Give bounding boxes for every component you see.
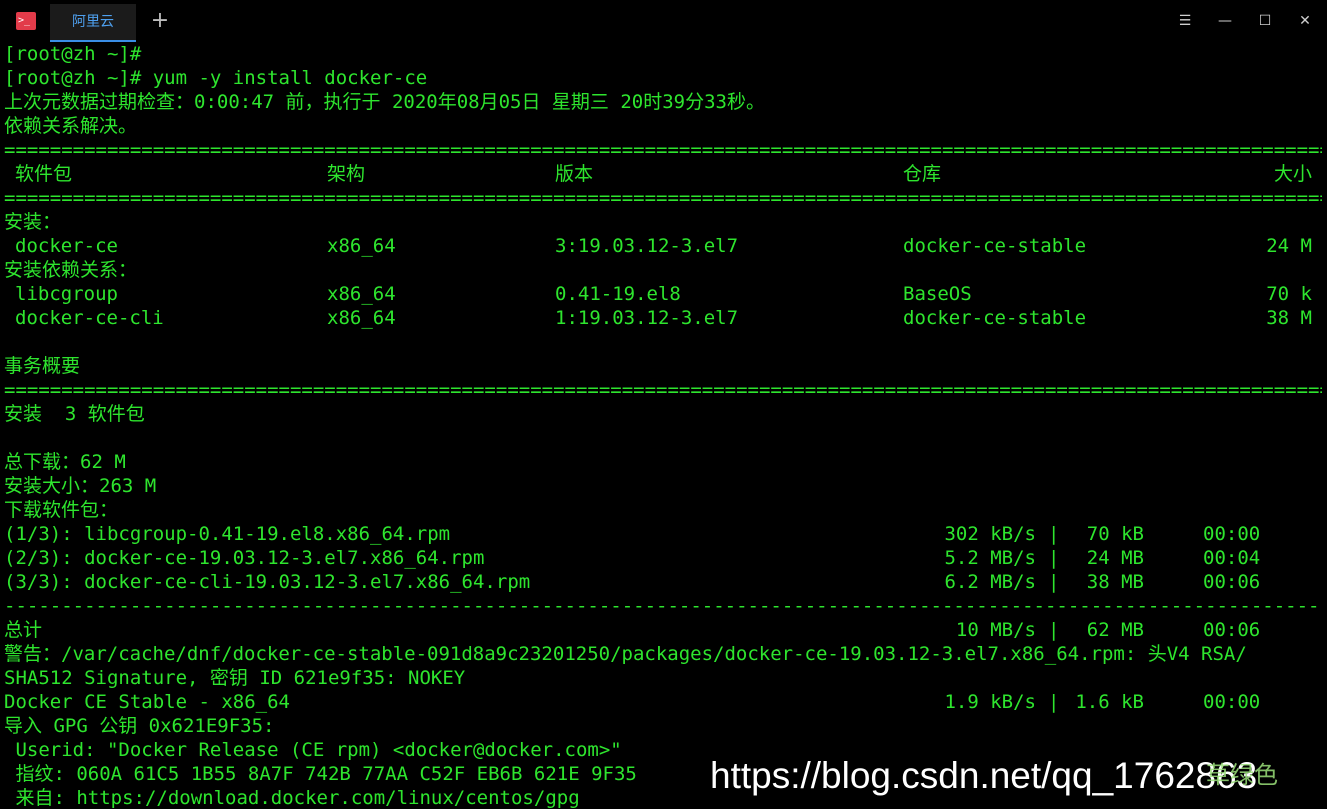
command-line: [root@zh ~]# yum -y install docker-ce xyxy=(4,67,428,89)
resolving-deps-line: 依赖关系解决。 xyxy=(4,115,138,137)
metadata-check-line: 上次元数据过期检查：0:00:47 前，执行于 2020年08月05日 星期三 … xyxy=(4,91,765,113)
repo-time: 00:00 xyxy=(1203,691,1261,713)
download-speed: 5.2 MB/s xyxy=(944,547,1036,569)
repo-size: 1.6 kB xyxy=(1075,691,1144,713)
header-package: 软件包 xyxy=(15,163,73,185)
minimize-icon[interactable]: — xyxy=(1210,8,1240,34)
package-version: 3:19.03.12-3.el7 xyxy=(555,235,739,257)
total-time: 00:06 xyxy=(1203,619,1261,641)
package-name: docker-ce xyxy=(15,235,118,257)
package-arch: x86_64 xyxy=(327,307,396,329)
total-label: 总计 xyxy=(4,619,43,641)
signature-line: SHA512 Signature, 密钥 ID 621e9f35: NOKEY xyxy=(4,667,466,689)
download-size: 38 MB xyxy=(1086,571,1144,593)
title-bar: >_ 阿里云 + ☰ — ☐ ✕ xyxy=(0,0,1327,42)
csdn-watermark: https://blog.csdn.net/qq_1762863 xyxy=(710,755,1258,796)
menu-icon[interactable]: ☰ xyxy=(1170,8,1200,34)
download-time: 00:06 xyxy=(1203,571,1261,593)
fingerprint-line: 指纹: 060A 61C5 1B55 8A7F 742B 77AA C52F E… xyxy=(4,763,637,785)
download-divider: | xyxy=(1048,523,1060,545)
total-divider: | xyxy=(1048,619,1060,641)
watermark-logo: 草绿色 xyxy=(1206,761,1278,789)
close-icon[interactable]: ✕ xyxy=(1290,8,1320,34)
total-size: 62 MB xyxy=(1086,619,1144,641)
separator-double: ========================================… xyxy=(4,379,1322,401)
prompt-line: [root@zh ~]# xyxy=(4,43,142,65)
installing-deps-label: 安装依赖关系： xyxy=(4,259,138,281)
package-size: 24 M xyxy=(1266,235,1312,257)
download-time: 00:04 xyxy=(1203,547,1261,569)
package-name: libcgroup xyxy=(15,283,118,305)
separator-double: ========================================… xyxy=(4,187,1322,209)
userid-line: Userid: "Docker Release (CE rpm) <docker… xyxy=(4,739,622,761)
package-repo: docker-ce-stable xyxy=(903,307,1087,329)
separator-single: ----------------------------------------… xyxy=(4,595,1322,617)
header-size: 大小 xyxy=(1273,163,1312,185)
new-tab-plus-icon[interactable]: + xyxy=(148,8,172,34)
install-size-line: 安装大小：263 M xyxy=(4,475,157,497)
header-repo: 仓库 xyxy=(903,163,942,185)
tab-aliyun[interactable]: 阿里云 xyxy=(50,4,136,42)
terminal-app-icon: >_ xyxy=(16,12,36,30)
package-version: 1:19.03.12-3.el7 xyxy=(555,307,739,329)
separator-double: ========================================… xyxy=(4,139,1322,161)
package-version: 0.41-19.el8 xyxy=(555,283,681,305)
repo-speed: 1.9 kB/s xyxy=(944,691,1036,713)
transaction-summary-label: 事务概要 xyxy=(4,355,81,377)
header-version: 版本 xyxy=(555,163,594,185)
repo-divider: | xyxy=(1048,691,1060,713)
from-url-line: 来自: https://download.docker.com/linux/ce… xyxy=(4,787,580,809)
package-size: 70 k xyxy=(1266,283,1312,305)
download-size: 70 kB xyxy=(1086,523,1144,545)
package-arch: x86_64 xyxy=(327,235,396,257)
download-file: (3/3): docker-ce-cli-19.03.12-3.el7.x86_… xyxy=(4,571,531,593)
tab-label: 阿里云 xyxy=(72,14,114,30)
download-divider: | xyxy=(1048,547,1060,569)
import-gpg-line: 导入 GPG 公钥 0x621E9F35: xyxy=(4,715,275,737)
download-divider: | xyxy=(1048,571,1060,593)
install-count-line: 安装 3 软件包 xyxy=(4,403,145,425)
download-file: (1/3): libcgroup-0.41-19.el8.x86_64.rpm xyxy=(4,523,451,545)
download-size: 24 MB xyxy=(1086,547,1144,569)
package-arch: x86_64 xyxy=(327,283,396,305)
total-download-line: 总下载：62 M xyxy=(4,451,126,473)
installing-label: 安装： xyxy=(4,211,62,233)
package-repo: BaseOS xyxy=(903,283,972,305)
warning-line: 警告：/var/cache/dnf/docker-ce-stable-091d8… xyxy=(4,643,1247,665)
downloading-label: 下载软件包： xyxy=(4,499,119,521)
download-speed: 6.2 MB/s xyxy=(944,571,1036,593)
package-repo: docker-ce-stable xyxy=(903,235,1087,257)
header-arch: 架构 xyxy=(327,163,366,185)
maximize-icon[interactable]: ☐ xyxy=(1250,8,1280,34)
download-file: (2/3): docker-ce-19.03.12-3.el7.x86_64.r… xyxy=(4,547,485,569)
package-size: 38 M xyxy=(1266,307,1312,329)
package-name: docker-ce-cli xyxy=(15,307,164,329)
repo-label: Docker CE Stable - x86_64 xyxy=(4,691,290,713)
download-speed: 302 kB/s xyxy=(944,523,1036,545)
terminal-output[interactable]: [root@zh ~]# [root@zh ~]# yum -y install… xyxy=(4,42,1322,809)
total-speed: 10 MB/s xyxy=(955,619,1036,641)
download-time: 00:00 xyxy=(1203,523,1261,545)
